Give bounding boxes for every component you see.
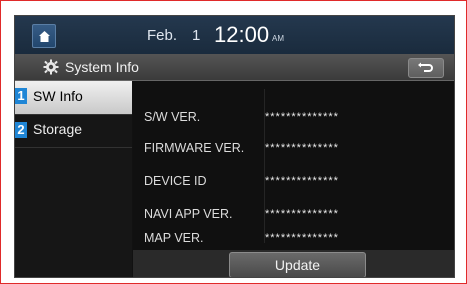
status-bar: Feb. 1 12:00 AM: [15, 16, 454, 55]
info-label: S/W VER.: [144, 110, 201, 124]
gear-icon: [43, 59, 59, 75]
info-row: DEVICE ID **************: [133, 168, 454, 196]
update-label: Update: [274, 257, 321, 273]
callout-marker-1: 1: [15, 88, 27, 104]
info-label: MAP VER.: [144, 231, 204, 245]
info-row: MAP VER. **************: [133, 225, 454, 253]
sidebar: SW Info Storage: [15, 81, 132, 277]
home-button[interactable]: [32, 24, 56, 48]
info-value: **************: [265, 111, 339, 123]
date-text: Feb.: [147, 27, 178, 44]
page-title: System Info: [65, 59, 139, 75]
time-text: 12:00: [214, 22, 270, 47]
info-label: FIRMWARE VER.: [144, 141, 245, 155]
sidebar-item-label: SW Info: [33, 88, 83, 104]
info-value: **************: [265, 232, 339, 244]
info-row: S/W VER. **************: [133, 104, 454, 132]
update-button[interactable]: Update: [229, 252, 366, 277]
system-info-panel: S/W VER. ************** FIRMWARE VER. **…: [133, 81, 454, 277]
callout-marker-2: 2: [15, 122, 27, 138]
sidebar-item-sw-info[interactable]: SW Info: [15, 81, 132, 115]
info-label: NAVI APP VER.: [144, 207, 233, 221]
back-button[interactable]: [408, 58, 444, 78]
infotainment-screen: Feb. 1 12:00 AM System Info SW Info Stor…: [14, 15, 455, 278]
sidebar-item-storage[interactable]: Storage: [15, 114, 132, 148]
info-value: **************: [265, 208, 339, 220]
info-row: FIRMWARE VER. **************: [133, 135, 454, 163]
info-value: **************: [265, 142, 339, 154]
info-label: DEVICE ID: [144, 174, 207, 188]
sidebar-item-label: Storage: [33, 121, 83, 137]
back-arrow-icon: [418, 62, 433, 72]
day-text: 1: [192, 27, 201, 44]
info-value: **************: [265, 175, 339, 187]
home-icon: [38, 30, 50, 42]
title-bar: System Info: [15, 54, 454, 81]
ampm-text: AM: [272, 34, 284, 43]
